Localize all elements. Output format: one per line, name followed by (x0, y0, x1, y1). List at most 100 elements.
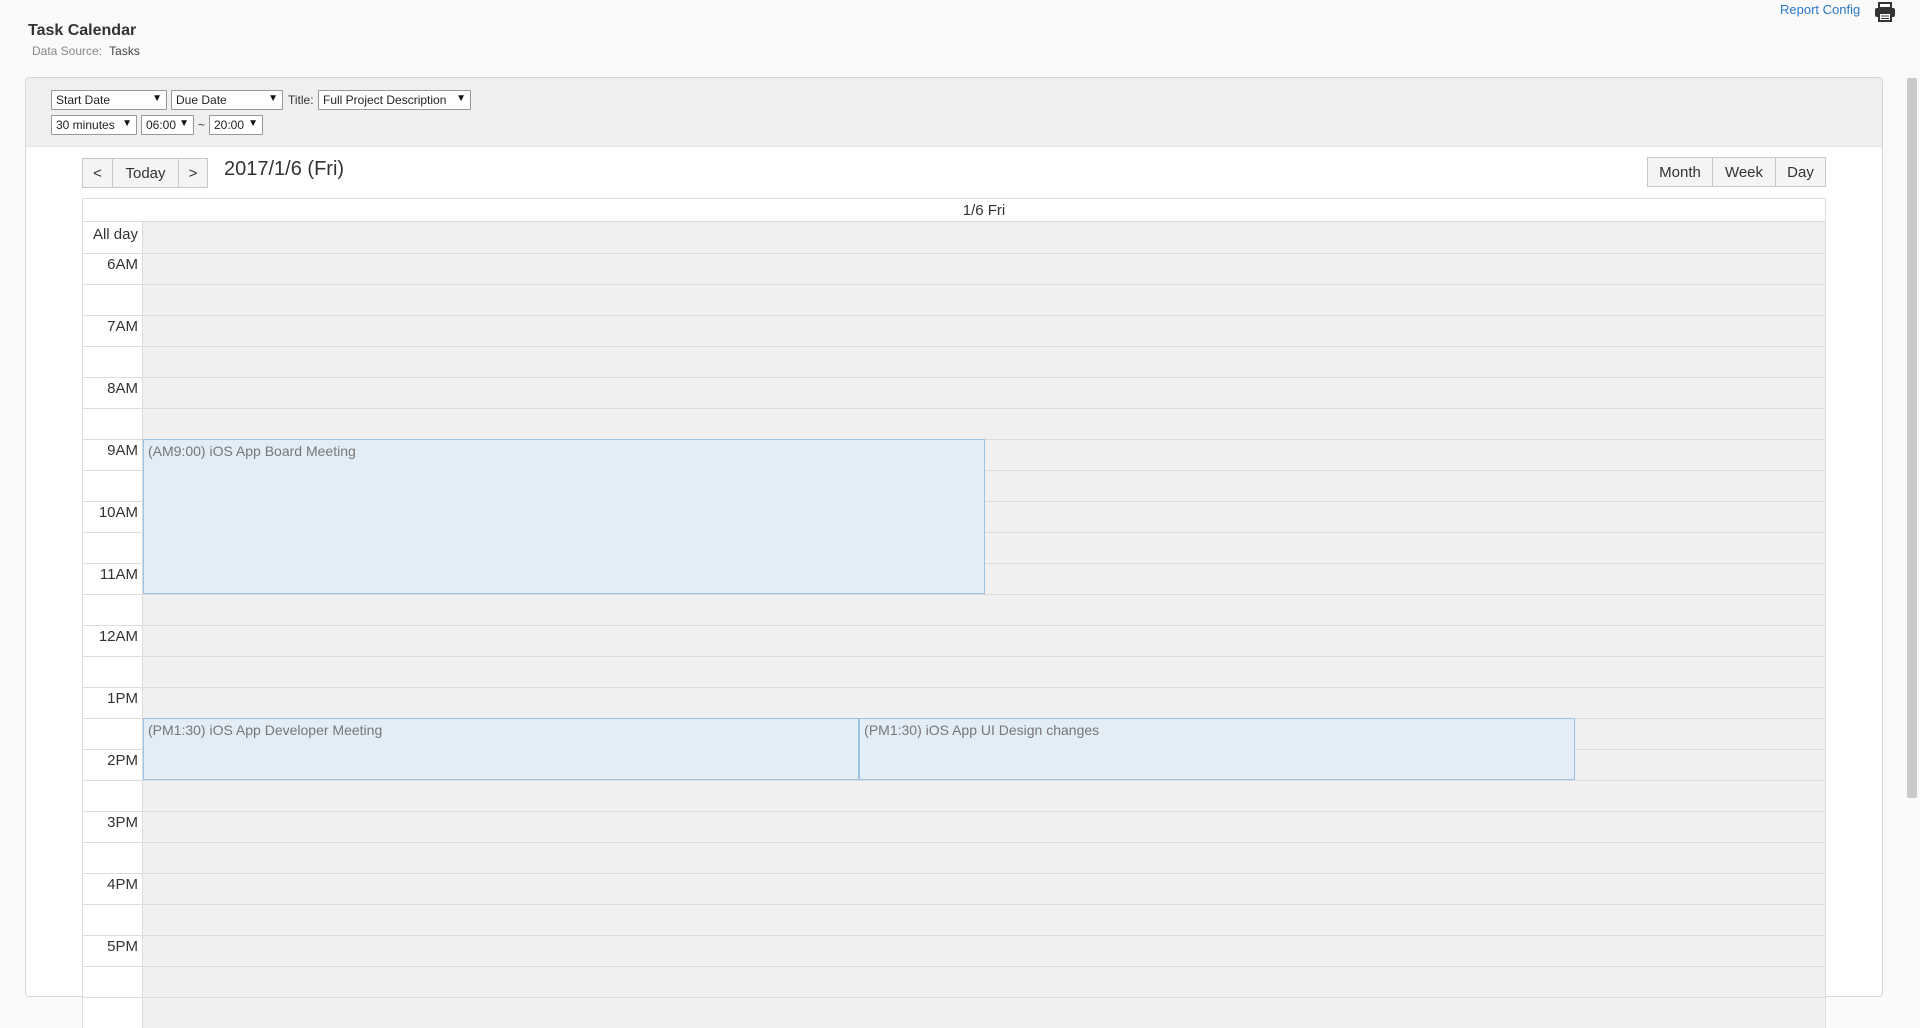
time-slot[interactable] (143, 997, 1826, 1028)
interval-select[interactable]: 30 minutes ▼ (51, 115, 137, 135)
hour-label: 11AM (99, 566, 138, 583)
due-date-select[interactable]: Due Date ▼ (171, 90, 283, 110)
slot-divider (82, 842, 1826, 843)
time-slot[interactable] (143, 284, 1826, 315)
time-slot[interactable] (143, 253, 1826, 284)
prev-button[interactable]: < (82, 158, 113, 188)
time-slot[interactable] (143, 625, 1826, 656)
slot-divider (82, 656, 1826, 657)
chevron-down-icon: ▼ (268, 93, 278, 104)
time-slot[interactable] (143, 346, 1826, 377)
day-view-button[interactable]: Day (1775, 157, 1826, 187)
calendar-event[interactable]: (AM9:00) iOS App Board Meeting (143, 439, 985, 594)
interval-select-value: 30 minutes (56, 118, 115, 132)
current-date-title: 2017/1/6 (Fri) (224, 158, 345, 180)
calendar-event[interactable]: (PM1:30) iOS App Developer Meeting (143, 718, 860, 780)
to-time-select-value: 20:00 (214, 118, 245, 132)
hour-label: 7AM (107, 318, 138, 335)
report-header: Task Calendar Data Source: Tasks Report … (0, 0, 1920, 70)
day-column-header: 1/6 Fri (82, 198, 1826, 222)
time-slot[interactable] (143, 594, 1826, 625)
title-select[interactable]: Full Project Description ▼ (318, 90, 471, 110)
slot-divider (82, 315, 1826, 316)
all-day-row: All day (82, 222, 1826, 253)
due-date-select-value: Due Date (176, 93, 227, 107)
time-slot[interactable] (143, 873, 1826, 904)
data-source-line: Data Source: Tasks (32, 44, 140, 58)
next-button[interactable]: > (178, 158, 208, 188)
time-gutter-cell (82, 904, 143, 935)
time-slot[interactable] (143, 408, 1826, 439)
hour-label: 2PM (107, 752, 138, 769)
week-view-button[interactable]: Week (1712, 157, 1776, 187)
time-gutter-cell (82, 532, 143, 563)
chevron-down-icon: ▼ (122, 118, 132, 129)
title-label: Title: (288, 93, 314, 107)
hour-label: 4PM (107, 876, 138, 893)
time-gutter-cell (82, 718, 143, 749)
time-slot[interactable] (143, 811, 1826, 842)
time-slot[interactable] (143, 687, 1826, 718)
all-day-slot[interactable] (143, 222, 1826, 253)
slot-divider (82, 625, 1826, 626)
slot-divider (82, 966, 1826, 967)
time-slot[interactable] (143, 377, 1826, 408)
time-slot[interactable] (143, 780, 1826, 811)
chevron-down-icon: ▼ (248, 118, 258, 129)
time-slot[interactable] (143, 656, 1826, 687)
data-source-label: Data Source: (32, 44, 103, 58)
slot-divider (82, 780, 1826, 781)
time-gutter-cell (82, 470, 143, 501)
time-gutter-cell (82, 780, 143, 811)
slot-divider (82, 997, 1826, 998)
slot-divider (82, 594, 1826, 595)
title-select-value: Full Project Description (323, 93, 447, 107)
time-gutter-cell (82, 656, 143, 687)
time-gutter-cell (82, 966, 143, 997)
slot-divider (82, 935, 1826, 936)
hour-label: 8AM (107, 380, 138, 397)
chevron-down-icon: ▼ (179, 118, 189, 129)
time-slot[interactable] (143, 904, 1826, 935)
from-time-select-value: 06:00 (146, 118, 177, 132)
slot-divider (82, 284, 1826, 285)
time-slot[interactable] (143, 315, 1826, 346)
calendar-event[interactable]: (PM1:30) iOS App UI Design changes (859, 718, 1576, 780)
all-day-label: All day (92, 226, 138, 243)
slot-divider (82, 377, 1826, 378)
page-title: Task Calendar (28, 22, 137, 39)
day-grid: 1/6 Fri All day 6AM 7AM 8AM 9AM 10AM 11AM 12AM… (82, 198, 1826, 1028)
slot-divider (82, 904, 1826, 905)
time-slot[interactable] (143, 842, 1826, 873)
month-view-button[interactable]: Month (1647, 157, 1713, 187)
time-gutter-cell (82, 284, 143, 315)
time-slot[interactable] (143, 935, 1826, 966)
today-button[interactable]: Today (112, 158, 179, 188)
time-gutter-cell (82, 408, 143, 439)
printer-icon[interactable] (1874, 2, 1896, 22)
time-gutter-cell (82, 594, 143, 625)
time-gutter-cell (82, 346, 143, 377)
data-source-value: Tasks (109, 44, 140, 58)
hour-label: 10AM (98, 504, 138, 521)
slot-divider (82, 408, 1826, 409)
slot-divider (82, 253, 1826, 254)
chevron-down-icon: ▼ (456, 93, 466, 104)
time-gutter-cell (82, 997, 143, 1028)
start-date-select-value: Start Date (56, 93, 111, 107)
chevron-down-icon: ▼ (152, 93, 162, 104)
time-gutter-cell (82, 842, 143, 873)
slot-divider (82, 811, 1826, 812)
hour-label: 6AM (107, 256, 138, 273)
slot-divider (82, 687, 1826, 688)
to-time-select[interactable]: 20:00 ▼ (209, 115, 263, 135)
report-config-link[interactable]: Report Config (1780, 2, 1860, 17)
time-slot[interactable] (143, 966, 1826, 997)
hour-label: 3PM (107, 814, 138, 831)
day-column-label: 1/6 Fri (962, 202, 1006, 219)
start-date-select[interactable]: Start Date ▼ (51, 90, 167, 110)
slot-divider (82, 873, 1826, 874)
hour-label: 9AM (107, 442, 138, 459)
from-time-select[interactable]: 06:00 ▼ (141, 115, 194, 135)
page-scrollbar[interactable] (1907, 78, 1917, 798)
